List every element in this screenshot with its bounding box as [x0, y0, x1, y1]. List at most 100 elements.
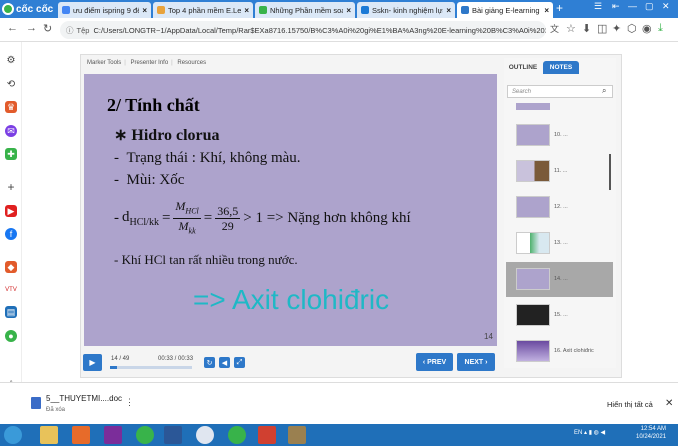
- site-icon: [259, 6, 267, 14]
- slide-thumbnail-9[interactable]: [516, 103, 550, 110]
- browser-logo[interactable]: cốc cốc: [2, 1, 53, 17]
- star-icon[interactable]: ☆: [566, 22, 576, 35]
- shopping-icon[interactable]: ◆: [5, 261, 17, 273]
- language-indicator[interactable]: EN: [574, 430, 582, 436]
- slide-label: 11. ...: [554, 168, 568, 174]
- media-player-icon[interactable]: [72, 426, 90, 444]
- play-icon: ▶: [89, 358, 96, 367]
- reload-icon[interactable]: ↻: [43, 22, 52, 35]
- start-icon[interactable]: [4, 426, 22, 444]
- profile-icon[interactable]: ◉: [642, 22, 652, 35]
- download-icon[interactable]: ⤓: [658, 22, 663, 35]
- more-options-icon[interactable]: ⋮: [125, 397, 134, 408]
- bullet-dash: -: [114, 210, 119, 227]
- slide-label: 13. ...: [554, 240, 568, 246]
- numeric-fraction: 36,5 29: [215, 204, 241, 234]
- replay-button[interactable]: ↻: [204, 357, 215, 368]
- slide-thumbnail: [516, 304, 550, 326]
- equals-sign: =: [161, 210, 171, 227]
- zalo-icon[interactable]: [196, 426, 214, 444]
- close-tab-icon[interactable]: ×: [446, 6, 451, 15]
- play-button[interactable]: ▶: [83, 354, 102, 371]
- close-window-icon[interactable]: ✕: [662, 1, 670, 12]
- back-icon[interactable]: ←: [7, 22, 18, 34]
- separator: |: [171, 60, 173, 66]
- menu-icon[interactable]: ☰: [594, 1, 602, 12]
- browser-tab-2[interactable]: Top 4 phần mềm E.Le ×: [153, 2, 253, 18]
- extension-icon[interactable]: ✦: [612, 22, 621, 35]
- browser-tab-5-active[interactable]: Bài giảng E-learning B ×: [457, 2, 553, 18]
- slide-thumbnail: [516, 232, 550, 254]
- messenger-icon[interactable]: ✉: [5, 125, 17, 137]
- close-tab-icon[interactable]: ×: [244, 6, 249, 15]
- translate-icon[interactable]: 文: [550, 22, 559, 35]
- extensions-icon[interactable]: ◫: [597, 22, 607, 35]
- word-icon[interactable]: [164, 426, 182, 444]
- minimize-icon[interactable]: —: [628, 1, 637, 11]
- browser-tab-4[interactable]: Sskn- kinh nghiệm lựa ×: [357, 2, 455, 18]
- tab-notes[interactable]: NOTES: [543, 61, 579, 74]
- download-status: Đã xóa: [46, 407, 66, 413]
- settings-icon[interactable]: ⚙: [5, 54, 17, 66]
- crown-icon[interactable]: ♛: [5, 101, 17, 113]
- paint-icon[interactable]: [288, 426, 306, 444]
- file-explorer-icon[interactable]: [40, 426, 58, 444]
- bullet-dash: -: [114, 150, 127, 166]
- close-tab-icon[interactable]: ×: [544, 6, 549, 15]
- seek-progress: [110, 366, 117, 369]
- fullscreen-button[interactable]: ⤢: [234, 357, 245, 368]
- bullet-dash: -: [114, 172, 127, 188]
- panel-scrollbar[interactable]: [609, 154, 611, 190]
- winrar-icon[interactable]: [258, 426, 276, 444]
- prev-button[interactable]: ‹ PREV: [416, 353, 453, 371]
- address-bar[interactable]: ⓘ Tệp C:/Users/LONGTR~1/AppData/Local/Te…: [60, 21, 546, 39]
- marker-tools-link[interactable]: Marker Tools: [87, 60, 121, 66]
- search-icon[interactable]: ⌕: [602, 86, 606, 96]
- volume-button[interactable]: ◀: [219, 357, 230, 368]
- player-top-nav: Marker Tools | Presenter Info | Resources: [87, 60, 209, 66]
- slide-thumbnail: [516, 160, 550, 182]
- slide-line-state: - Trạng thái : Khí, không màu.: [114, 150, 301, 166]
- volume-icon: ◀: [221, 359, 228, 367]
- close-download-bar-icon[interactable]: ✕: [665, 398, 673, 409]
- browser-tab-3[interactable]: Những Phần mềm soạ ×: [255, 2, 355, 18]
- coccoc-window-icon[interactable]: [228, 426, 246, 444]
- close-tab-icon[interactable]: ×: [346, 6, 351, 15]
- browser-tab-1[interactable]: ưu điểm ispring 9 để t ×: [58, 2, 151, 18]
- info-icon: ⓘ: [66, 25, 74, 35]
- show-all-downloads-link[interactable]: Hiển thị tất cả: [607, 400, 653, 409]
- vtv-icon[interactable]: VTV: [5, 284, 17, 296]
- slide-label: 10. ...: [554, 132, 568, 138]
- slide-line-smell: - Mùi: Xốc: [114, 172, 185, 188]
- tab-outline[interactable]: OUTLINE: [505, 61, 541, 74]
- coccoc-icon[interactable]: [136, 426, 154, 444]
- search-input[interactable]: Search: [507, 85, 613, 98]
- slide-thumbnail: [516, 196, 550, 218]
- bookmark-icon: [361, 6, 369, 14]
- clock[interactable]: 12:54 AM 10/24/2021: [636, 425, 666, 441]
- add-icon[interactable]: +: [5, 180, 17, 194]
- slide-heading: ∗ Hidro clorua: [114, 127, 220, 144]
- close-tab-icon[interactable]: ×: [142, 6, 147, 15]
- system-tray[interactable]: EN ▴ ▮ ◍ ◀: [574, 429, 605, 436]
- download-file-name[interactable]: 5__THUYETMI....doc: [46, 394, 122, 403]
- map-icon[interactable]: ●: [5, 330, 17, 342]
- separator: |: [124, 60, 126, 66]
- onenote-icon[interactable]: [104, 426, 122, 444]
- maximize-icon[interactable]: ▢: [645, 1, 654, 12]
- forward-icon[interactable]: →: [26, 22, 37, 34]
- extension-2-icon[interactable]: ⬡: [627, 22, 637, 35]
- youtube-icon[interactable]: ▶: [5, 205, 17, 217]
- presenter-info-link[interactable]: Presenter Info: [130, 60, 168, 66]
- facebook-icon[interactable]: f: [5, 228, 17, 240]
- pin-icon[interactable]: ⇤: [612, 1, 620, 12]
- next-button[interactable]: NEXT ›: [457, 353, 495, 371]
- news-icon[interactable]: ▤: [5, 306, 17, 318]
- history-icon[interactable]: ⟲: [5, 78, 17, 90]
- seek-bar[interactable]: [110, 366, 192, 369]
- new-tab-icon[interactable]: +: [556, 1, 563, 15]
- save-page-icon[interactable]: ⬇: [582, 22, 591, 35]
- game-icon[interactable]: ✚: [5, 148, 17, 160]
- resources-link[interactable]: Resources: [177, 60, 206, 66]
- replay-icon: ↻: [206, 359, 213, 367]
